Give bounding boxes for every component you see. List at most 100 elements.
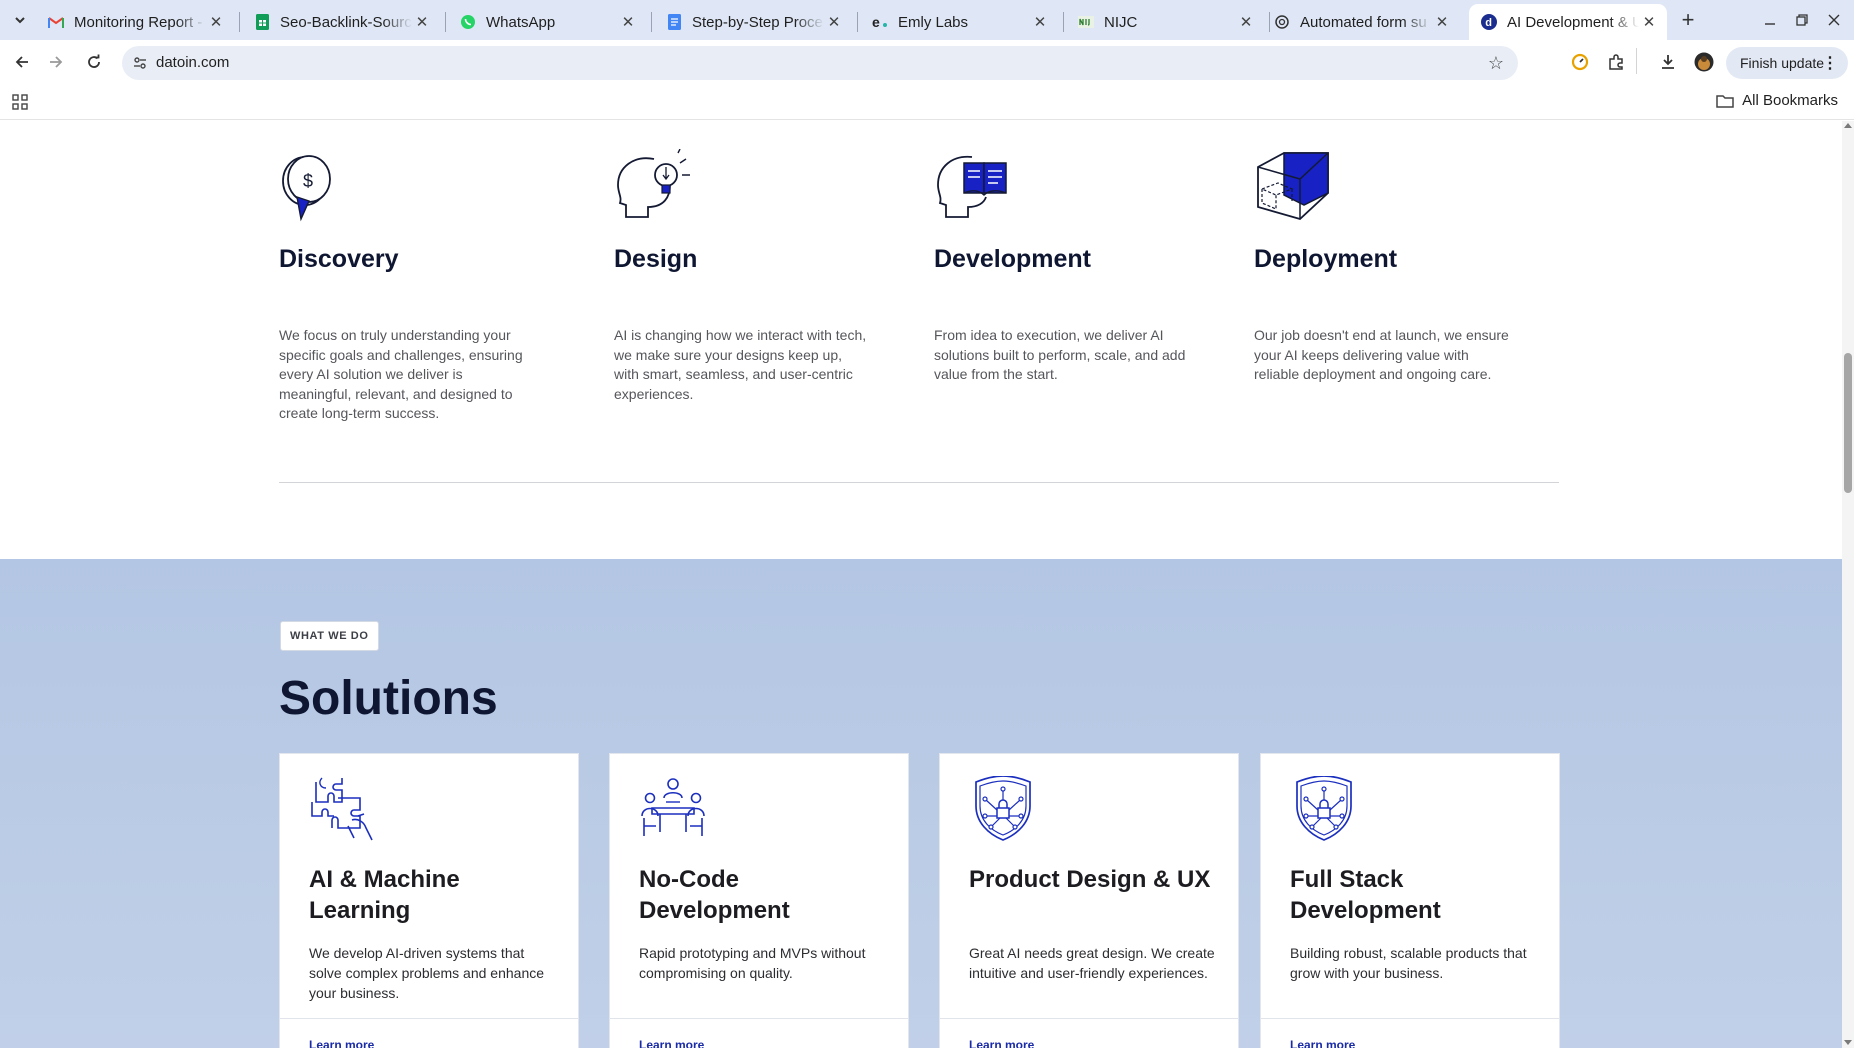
openai-icon (1274, 14, 1290, 30)
tab-automated-form[interactable]: Automated form su ✕ (1262, 4, 1460, 40)
url-text[interactable]: datoin.com (156, 54, 229, 71)
tab-emly-labs[interactable]: e Emly Labs ✕ (860, 4, 1058, 40)
learn-more-link[interactable]: Learn more (969, 1038, 1034, 1048)
tab-title: Monitoring Report - (74, 13, 203, 31)
new-tab-button[interactable]: + (1676, 7, 1700, 32)
card-description: We develop AI-driven systems that solve … (309, 945, 545, 1001)
tab-separator (1063, 12, 1064, 32)
minimize-button[interactable] (1758, 8, 1782, 32)
close-icon[interactable]: ✕ (206, 12, 226, 32)
card-title: Product Design & UX (969, 866, 1211, 893)
gmail-icon (48, 14, 64, 30)
reload-button[interactable] (82, 50, 106, 74)
step-description: We focus on truly understanding your spe… (279, 327, 523, 421)
page-viewport: $ Discovery We focus on truly understand… (0, 121, 1842, 1048)
section-title: Solutions (279, 672, 498, 725)
tab-strip: Monitoring Report - ✕ Seo-Backlink-Sourc… (0, 0, 1854, 40)
tab-ai-development[interactable]: d AI Development & U ✕ (1469, 4, 1667, 40)
tab-separator (651, 12, 652, 32)
tab-title: WhatsApp (486, 13, 556, 31)
close-icon[interactable]: ✕ (1030, 12, 1050, 32)
svg-text:$: $ (303, 171, 313, 191)
close-icon[interactable]: ✕ (1432, 12, 1452, 32)
tab-separator (239, 12, 240, 32)
tab-title: AI Development & U (1507, 13, 1639, 31)
card-divider (1261, 1018, 1559, 1019)
address-bar[interactable]: datoin.com ☆ (122, 46, 1518, 80)
head-lightbulb-icon (617, 149, 690, 218)
extensions-icon[interactable] (1604, 50, 1628, 74)
speed-extension-icon[interactable] (1568, 50, 1592, 74)
card-title: No-Code Development (639, 866, 790, 924)
tab-title: Emly Labs (898, 13, 969, 31)
solution-card-full-stack[interactable]: Full Stack Development Building robust, … (1260, 753, 1560, 1048)
back-button[interactable] (10, 50, 34, 74)
close-icon[interactable]: ✕ (1236, 12, 1256, 32)
forward-button[interactable] (44, 50, 68, 74)
step-description: From idea to execution, we deliver AI so… (934, 327, 1186, 382)
chevron-down-icon (15, 17, 25, 24)
window-close-button[interactable] (1822, 8, 1846, 32)
apps-grid-icon[interactable] (12, 94, 28, 110)
toolbar-divider (1636, 48, 1637, 74)
all-bookmarks-label: All Bookmarks (1742, 92, 1838, 109)
site-info-icon[interactable] (132, 55, 148, 71)
section-divider (279, 482, 1559, 483)
tab-seo-backlink[interactable]: Seo-Backlink-Source ✕ (242, 4, 440, 40)
close-icon[interactable]: ✕ (1639, 12, 1659, 32)
box-cube-icon (1257, 152, 1329, 221)
arrow-right-icon (50, 56, 63, 68)
learn-more-link[interactable]: Learn more (1290, 1038, 1355, 1048)
tab-nijc[interactable]: NIJC ✕ (1066, 4, 1264, 40)
all-bookmarks-button[interactable]: All Bookmarks (1716, 92, 1838, 109)
tab-whatsapp[interactable]: WhatsApp ✕ (448, 4, 646, 40)
solution-card-no-code[interactable]: No-Code Development Rapid prototyping an… (609, 753, 909, 1048)
tab-search-button[interactable] (6, 8, 34, 32)
card-title: Full Stack Development (1290, 866, 1441, 924)
browser-toolbar: datoin.com ☆ Finish update ⋮ (0, 40, 1854, 84)
close-icon[interactable]: ✕ (824, 12, 844, 32)
step-description: Our job doesn't end at launch, we ensure… (1254, 327, 1509, 382)
close-icon[interactable]: ✕ (618, 12, 638, 32)
reload-icon (88, 54, 100, 68)
team-meeting-icon (641, 778, 705, 836)
step-title: Discovery (279, 245, 399, 273)
profile-avatar[interactable] (1692, 50, 1716, 74)
restore-button[interactable] (1790, 8, 1814, 32)
card-divider (610, 1018, 908, 1019)
svg-text:e: e (872, 15, 880, 29)
card-description: Rapid prototyping and MVPs without compr… (639, 945, 866, 981)
solution-card-ai-ml[interactable]: AI & Machine Learning We develop AI-driv… (279, 753, 579, 1048)
tab-title: Seo-Backlink-Source (280, 13, 412, 31)
card-divider (280, 1018, 578, 1019)
solutions-section: WHAT WE DO Solutions AI & Machine Learni… (0, 559, 1842, 1048)
step-description: AI is changing how we interact with tech… (614, 327, 867, 402)
learn-more-link[interactable]: Learn more (309, 1038, 374, 1048)
step-title: Development (934, 245, 1091, 273)
scrollbar-thumb[interactable] (1844, 353, 1852, 493)
whatsapp-icon (460, 14, 476, 30)
finish-update-button[interactable]: Finish update ⋮ (1726, 47, 1848, 79)
section-badge: WHAT WE DO (280, 621, 379, 651)
nijc-icon (1078, 14, 1094, 30)
scroll-up-arrow-icon[interactable] (1844, 123, 1852, 128)
step-title: Design (614, 245, 698, 273)
solution-card-product-design[interactable]: Product Design & UX Great AI needs great… (939, 753, 1239, 1048)
docs-icon (666, 14, 682, 30)
tab-separator (857, 12, 858, 32)
bookmarks-bar: All Bookmarks (0, 84, 1854, 120)
tab-monitoring-report[interactable]: Monitoring Report - ✕ (36, 4, 234, 40)
tab-title: NIJC (1104, 13, 1138, 31)
card-title: AI & Machine Learning (309, 866, 460, 924)
scroll-down-arrow-icon[interactable] (1844, 1040, 1852, 1045)
tab-title: Step-by-Step Proce (692, 13, 823, 31)
process-section: $ Discovery We focus on truly understand… (0, 121, 1842, 559)
bookmark-star-icon[interactable]: ☆ (1488, 53, 1504, 74)
download-icon[interactable] (1656, 50, 1680, 74)
close-icon[interactable]: ✕ (412, 12, 432, 32)
tab-step-by-step[interactable]: Step-by-Step Proce ✕ (654, 4, 852, 40)
tab-separator (445, 12, 446, 32)
step-title: Deployment (1254, 245, 1398, 273)
learn-more-link[interactable]: Learn more (639, 1038, 704, 1048)
page-scrollbar[interactable] (1842, 121, 1854, 1048)
